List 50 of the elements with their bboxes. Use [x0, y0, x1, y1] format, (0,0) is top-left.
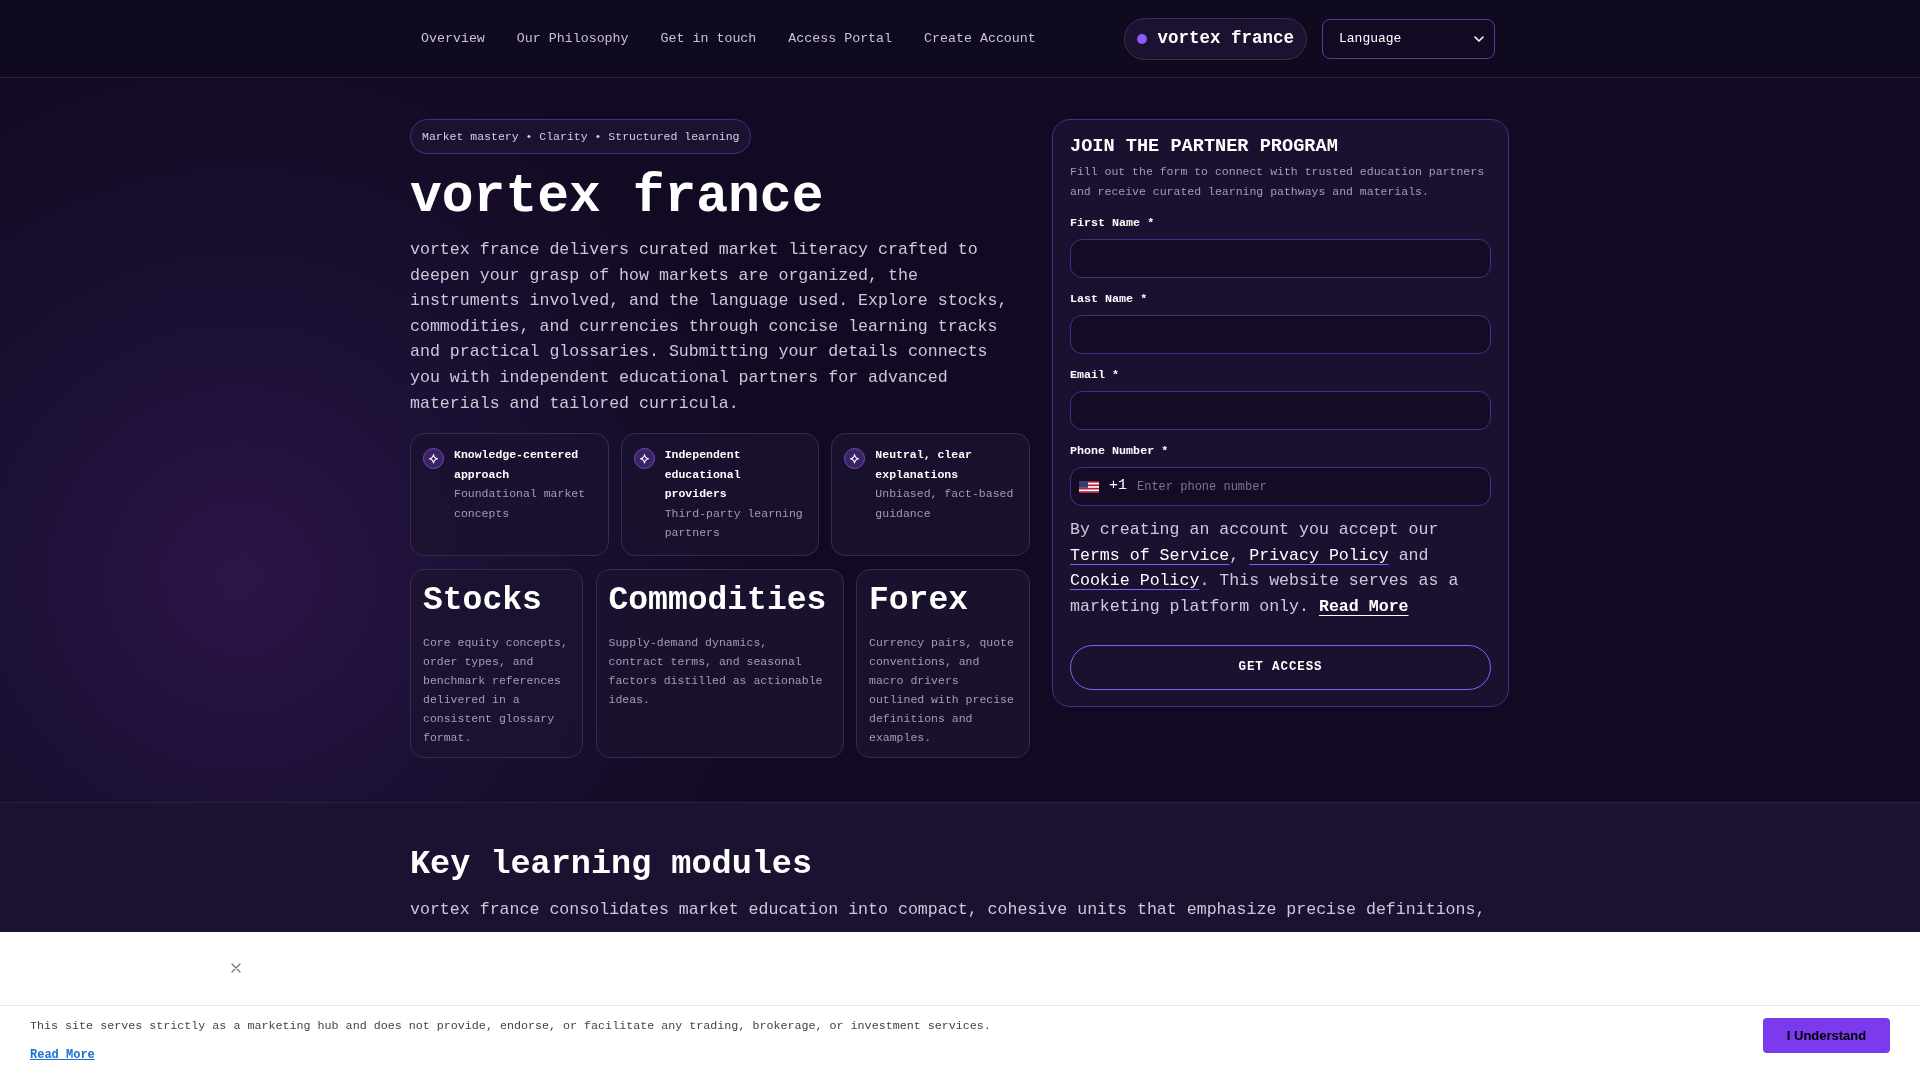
- topic-description: Core equity concepts, order types, and benchmark references delivered in a consistent glossary format.: [423, 634, 569, 746]
- phone-field[interactable]: +1 Enter phone number: [1070, 467, 1491, 506]
- form-subtitle: Fill out the form to connect with trusted education partners and receive curated learning pathways and materials.: [1070, 164, 1486, 200]
- language-select[interactable]: Language: [1322, 18, 1495, 59]
- sparkle-icon: [844, 448, 866, 470]
- inline-link[interactable]: Terms of Service: [1070, 545, 1230, 565]
- feature-description: Unbiased, fact-based guidance: [875, 486, 1015, 522]
- read-more-link[interactable]: Read More: [30, 1046, 95, 1064]
- input-field[interactable]: [1070, 239, 1491, 278]
- feature-title: Knowledge-centered approach: [454, 447, 580, 483]
- feature-description: Foundational market concepts: [454, 486, 587, 522]
- nav-link[interactable]: Overview: [421, 28, 485, 49]
- topic-title: Stocks: [423, 580, 543, 621]
- dial-code: +1: [1109, 476, 1127, 497]
- field-label: Phone Number *: [1070, 443, 1170, 460]
- disclaimer-text: This site serves strictly as a marketing hub and does not provide, endorse, or facilitate any trading, brokerage, or investment services.: [30, 1018, 991, 1035]
- sparkle-icon: [423, 448, 444, 470]
- tagline-badge: Market mastery • Clarity • Structured learning: [410, 119, 752, 154]
- nav-link[interactable]: Our Philosophy: [516, 28, 629, 49]
- nav-link[interactable]: Get in touch: [660, 28, 757, 49]
- inline-link[interactable]: Cookie Policy: [1070, 571, 1200, 591]
- consent-text: By creating an account you accept our Terms of Service, Privacy Policy and Cookie Policy. This website serves as a marketing platform only. Read More: [1070, 519, 1460, 619]
- section-title: Key learning modules: [410, 844, 814, 884]
- sparkle-icon: [633, 448, 655, 470]
- brand-link[interactable]: vortex france: [1124, 17, 1307, 60]
- inline-link[interactable]: Privacy Policy: [1249, 545, 1389, 565]
- topic-description: Currency pairs, quote conventions, and macro drivers outlined with precise definitions and examples.: [869, 634, 1015, 746]
- field-label: Email *: [1070, 367, 1121, 384]
- close-icon[interactable]: [231, 963, 241, 973]
- feature-title: Neutral, clear explanations: [875, 447, 973, 483]
- feature-title: Independent educational providers: [664, 447, 742, 503]
- phone-number-input[interactable]: Enter phone number: [1137, 474, 1480, 499]
- hero-description: vortex france delivers curated market literacy crafted to deepen your grasp of how markets are organized, the instruments involved, and the language used. Explore stocks, commodities, and currencies through concise learning tracks and practical glossaries. Submitting your details connects you with independent educational partners for advanced materials and tailored curricula.: [410, 239, 1009, 415]
- feature-description: Third-party learning partners: [664, 505, 804, 542]
- nav-link[interactable]: Access Portal: [788, 28, 893, 49]
- section-description: vortex france consolidates market education into compact, cohesive units that emphasize precise definitions,: [410, 899, 1487, 921]
- inline-link[interactable]: Read More: [1318, 597, 1409, 617]
- email-field[interactable]: [1070, 391, 1491, 430]
- topic-description: Supply-demand dynamics, contract terms, and seasonal factors distilled as actionable ideas.: [608, 634, 824, 708]
- flag-icon: [1079, 480, 1099, 493]
- field-label: First Name *: [1070, 215, 1156, 232]
- hero-title: vortex france: [410, 168, 824, 226]
- understand-button[interactable]: I Understand: [1763, 1018, 1890, 1053]
- chevron-down-icon: [1474, 35, 1484, 42]
- nav-link[interactable]: Create Account: [924, 28, 1036, 49]
- field-label: Last Name *: [1070, 291, 1149, 308]
- form-title: JOIN THE PARTNER PROGRAM: [1070, 135, 1339, 159]
- topic-title: Forex: [869, 580, 970, 621]
- input-field[interactable]: [1070, 315, 1491, 354]
- topic-title: Commodities: [608, 580, 825, 621]
